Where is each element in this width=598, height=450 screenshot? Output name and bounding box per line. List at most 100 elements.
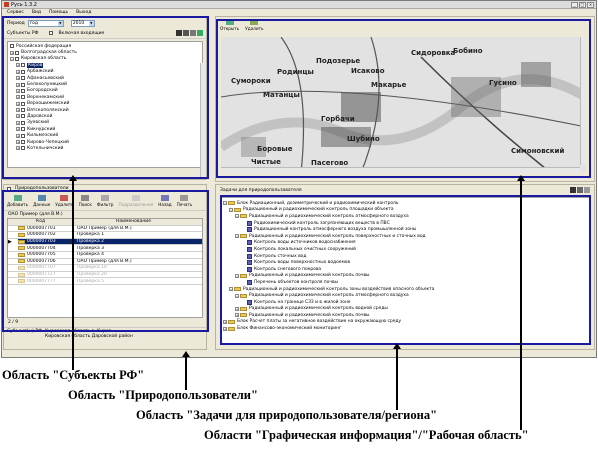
collapse-icon[interactable]: −	[10, 56, 14, 61]
users-tab-label[interactable]: Природопользователи	[15, 186, 69, 191]
menu-view[interactable]: Вид	[32, 10, 41, 15]
task-item[interactable]: Перечень объектов контроля почвы	[223, 279, 587, 286]
menu-service[interactable]: Сервис	[7, 10, 24, 15]
task-item[interactable]: Контроль воды источников водоснабжения	[223, 240, 587, 247]
task-item[interactable]: − Радиационный и радиохимический контроль…	[223, 207, 587, 214]
task-item[interactable]: − Радиационный и радиохимический контроль…	[223, 286, 587, 293]
data-button[interactable]: Данные	[33, 195, 50, 207]
checkbox[interactable]	[21, 120, 25, 125]
close-button[interactable]: ×	[587, 1, 594, 8]
table-row[interactable]: 0000007727 Проверка 20	[8, 271, 202, 279]
expand-icon[interactable]: +	[16, 63, 20, 68]
users-tab-checkbox[interactable]	[7, 186, 11, 191]
checkbox[interactable]	[21, 146, 25, 151]
column-name[interactable]: Наименование	[76, 219, 202, 224]
task-item[interactable]: + Радиационный и радиохимический контроль…	[223, 306, 587, 313]
include-checkbox[interactable]	[49, 31, 54, 35]
task-item[interactable]: + Радиационный и радиохимический контроль…	[223, 312, 587, 319]
checkbox[interactable]	[21, 114, 25, 119]
task-item[interactable]: − Радиационный и радиохимический контроль…	[223, 213, 587, 220]
task-item[interactable]: Контроль снегового покрова	[223, 266, 587, 273]
expand-icon[interactable]: +	[16, 120, 20, 125]
map-view[interactable]: Родинцы Подозерье Исаково Сумороки Матан…	[221, 37, 586, 173]
collapse-icon[interactable]: −	[229, 207, 233, 212]
expand-icon[interactable]: +	[235, 306, 239, 311]
task-item[interactable]: + Блок Финансово-экономический мониторинг	[223, 325, 587, 332]
checkbox[interactable]	[10, 44, 14, 49]
subjects-scrollbar[interactable]	[200, 63, 206, 178]
remove-button[interactable]: Удалить	[245, 19, 263, 31]
task-item[interactable]: Контроль на границе СЗЗ и в жилой зоне	[223, 299, 587, 306]
table-row-selected[interactable]: ▶ 0000007703 Проверка 2	[8, 238, 202, 246]
year-select[interactable]: 2010 ▼	[70, 20, 95, 27]
checkbox[interactable]	[21, 101, 25, 106]
expand-icon[interactable]: +	[16, 140, 20, 145]
map-scrollbar-horizontal[interactable]	[221, 167, 580, 173]
grid-icon[interactable]	[176, 30, 182, 36]
table-row[interactable]: 0000007707 Проверка 10	[8, 265, 202, 272]
search-button[interactable]: Поиск	[79, 195, 92, 207]
checkbox[interactable]	[21, 133, 25, 138]
grid-icon[interactable]	[190, 30, 196, 36]
table-row[interactable]: 0000007705 Проверка 4	[8, 251, 202, 259]
table-row[interactable]: 0000007701 ОАО Пример (для В.М.)	[8, 225, 202, 233]
collapse-icon[interactable]: −	[235, 234, 239, 239]
task-item[interactable]: − Радиационный и радиохимический контроль…	[223, 292, 587, 299]
checkbox[interactable]	[21, 127, 25, 132]
expand-icon[interactable]: +	[16, 69, 20, 74]
tree-item[interactable]: + Котельничский	[10, 145, 200, 151]
open-button[interactable]: Открыть	[220, 19, 239, 31]
collapse-icon[interactable]: −	[229, 287, 233, 292]
expand-icon[interactable]: +	[223, 326, 227, 331]
collapse-icon[interactable]: −	[235, 273, 239, 278]
task-item[interactable]: Радиохимический контроль загрязняющих ве…	[223, 220, 587, 227]
task-item[interactable]: Контроль локальных очистных сооружений	[223, 246, 587, 253]
expand-icon[interactable]: +	[16, 76, 20, 81]
task-item[interactable]: Контроль сточных вод	[223, 253, 587, 260]
period-select[interactable]: год ▼	[27, 20, 64, 27]
expand-icon[interactable]: +	[235, 313, 239, 318]
back-button[interactable]: Назад	[158, 195, 172, 207]
checkbox[interactable]	[15, 50, 19, 55]
task-item[interactable]: − Радиационный и радиохимический контроль…	[223, 233, 587, 240]
table-row[interactable]: 0000007777 Проверка 5	[8, 278, 202, 285]
menu-exit[interactable]: Выход	[76, 10, 91, 15]
checkbox[interactable]	[21, 63, 25, 68]
expand-icon[interactable]: +	[16, 95, 20, 100]
task-item[interactable]: + Блок Расчет платы за негативное воздейс…	[223, 319, 587, 326]
expand-icon[interactable]: +	[16, 88, 20, 93]
grid-icon[interactable]	[584, 187, 590, 193]
task-item[interactable]: Радиационный контроль атмосферного возду…	[223, 226, 587, 233]
task-item[interactable]: − Блок Радиационный, дозиметрический и ра…	[223, 200, 587, 207]
expand-icon[interactable]: +	[16, 101, 20, 106]
collapse-icon[interactable]: −	[235, 293, 239, 298]
checkbox[interactable]	[21, 95, 25, 100]
map-scrollbar-vertical[interactable]	[580, 37, 586, 165]
task-item[interactable]: Контроль воды поверхностных водоемов	[223, 259, 587, 266]
expand-icon[interactable]: +	[16, 127, 20, 132]
grid-icon[interactable]	[570, 187, 576, 193]
checkbox[interactable]	[15, 56, 19, 61]
expand-icon[interactable]: +	[16, 146, 20, 151]
expand-icon[interactable]: +	[16, 82, 20, 87]
column-code[interactable]: Код	[18, 219, 76, 224]
menu-help[interactable]: Помощь	[49, 10, 68, 15]
checkbox[interactable]	[21, 140, 25, 145]
checkbox[interactable]	[21, 82, 25, 87]
checkbox[interactable]	[21, 76, 25, 81]
filter-button[interactable]: Фильтр	[97, 195, 113, 207]
refresh-icon[interactable]	[197, 30, 203, 36]
expand-icon[interactable]: +	[16, 133, 20, 138]
checkbox[interactable]	[21, 108, 25, 113]
expand-icon[interactable]: +	[223, 319, 227, 324]
expand-icon[interactable]: +	[10, 50, 14, 55]
collapse-icon[interactable]: −	[235, 214, 239, 219]
maximize-button[interactable]: □	[579, 1, 586, 8]
table-row[interactable]: 0000007706 ОАО Пример (для В.М.)	[8, 258, 202, 266]
checkbox[interactable]	[21, 69, 25, 74]
expand-icon[interactable]: +	[16, 108, 20, 113]
grid-icon[interactable]	[183, 30, 189, 36]
collapse-icon[interactable]: −	[223, 201, 227, 206]
print-button[interactable]: Печать	[177, 195, 192, 207]
grid-icon[interactable]	[577, 187, 583, 193]
